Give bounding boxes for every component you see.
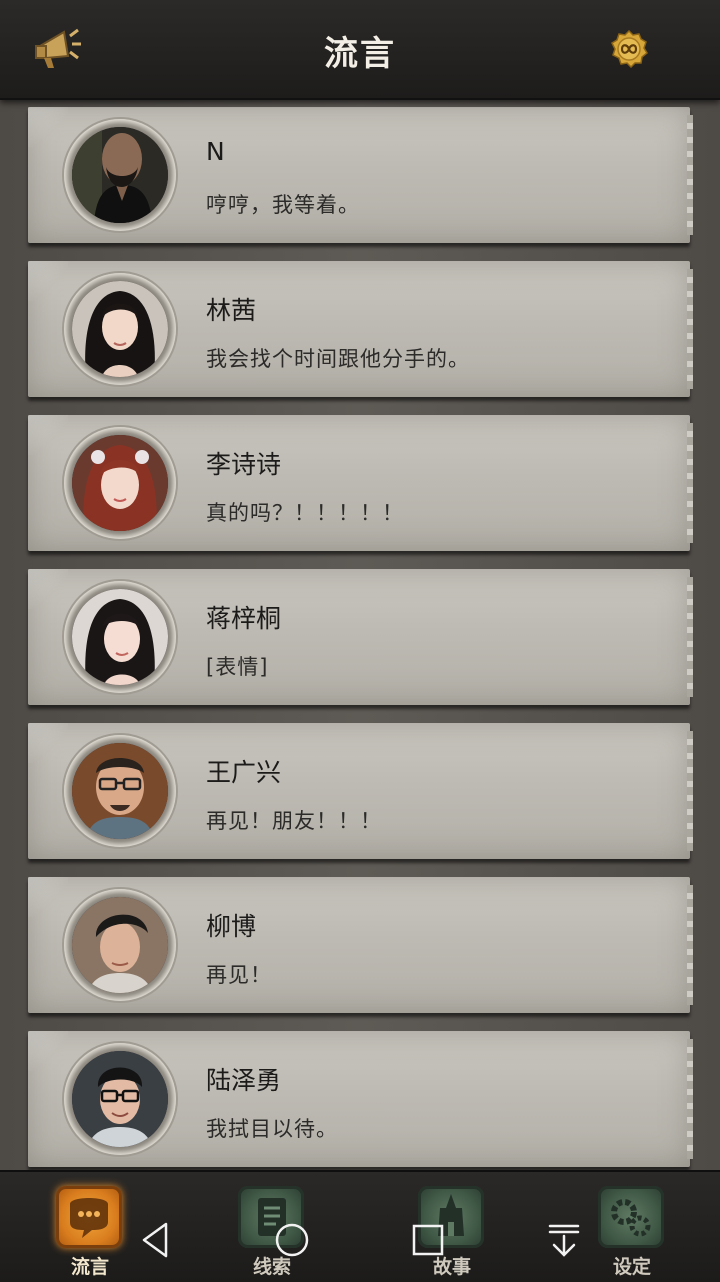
avatar: [72, 435, 168, 531]
avatar: [72, 743, 168, 839]
avatar-frame: [64, 119, 176, 231]
conversation-item[interactable]: 柳博 再见！: [28, 877, 693, 1013]
notification-pulldown-icon[interactable]: [542, 1218, 586, 1262]
conversation-item[interactable]: 陆泽勇 我拭目以待。: [28, 1031, 693, 1167]
tab-label: 设定: [612, 1256, 651, 1278]
tab-label: 流言: [70, 1256, 109, 1278]
tab-rumors[interactable]: 流言: [45, 1182, 135, 1282]
contact-name: N: [206, 137, 225, 166]
contact-name: 柳博: [206, 912, 257, 941]
last-message: 我会找个时间跟他分手的。: [206, 347, 470, 371]
gears-icon: [598, 1186, 664, 1248]
avatar: [72, 127, 168, 223]
avatar-frame: [64, 889, 176, 1001]
conversation-item[interactable]: 王广兴 再见！朋友！！！: [28, 723, 693, 859]
contact-name: 陆泽勇: [206, 1066, 282, 1095]
conversation-list[interactable]: N 哼哼，我等着。 林茜 我会找个时间跟他分手的。 李诗诗 真的吗？！！！！！ …: [0, 100, 720, 1170]
contact-name: 王广兴: [206, 758, 282, 787]
last-message: 我拭目以待。: [206, 1117, 338, 1141]
tab-settings[interactable]: 设定: [587, 1182, 677, 1282]
avatar-frame: [64, 273, 176, 385]
avatar-frame: [64, 427, 176, 539]
contact-name: 蒋梓桐: [206, 604, 282, 633]
conversation-item[interactable]: N 哼哼，我等着。: [28, 107, 693, 243]
avatar: [72, 281, 168, 377]
last-message: 再见！朋友！！！: [206, 809, 382, 833]
avatar-frame: [64, 581, 176, 693]
avatar-frame: [64, 735, 176, 847]
conversation-item[interactable]: 蒋梓桐 [表情]: [28, 569, 693, 705]
recents-nav-icon[interactable]: [406, 1218, 450, 1262]
avatar: [72, 589, 168, 685]
infinity-coin-icon[interactable]: [610, 30, 648, 68]
back-nav-icon[interactable]: [134, 1218, 178, 1262]
top-header: 流言: [0, 0, 720, 100]
home-nav-icon[interactable]: [270, 1218, 314, 1262]
contact-name: 李诗诗: [206, 450, 282, 479]
conversation-item[interactable]: 李诗诗 真的吗？！！！！！: [28, 415, 693, 551]
chat-bubble-icon: [56, 1186, 122, 1248]
avatar-frame: [64, 1043, 176, 1155]
last-message: 再见！: [206, 963, 272, 987]
bottom-tab-bar: 流言 线索 故事 设定: [0, 1170, 720, 1282]
avatar: [72, 897, 168, 993]
last-message: 真的吗？！！！！！: [206, 501, 404, 525]
last-message: 哼哼，我等着。: [206, 193, 360, 217]
contact-name: 林茜: [206, 296, 257, 325]
last-message: [表情]: [206, 655, 269, 679]
conversation-item[interactable]: 林茜 我会找个时间跟他分手的。: [28, 261, 693, 397]
avatar: [72, 1051, 168, 1147]
